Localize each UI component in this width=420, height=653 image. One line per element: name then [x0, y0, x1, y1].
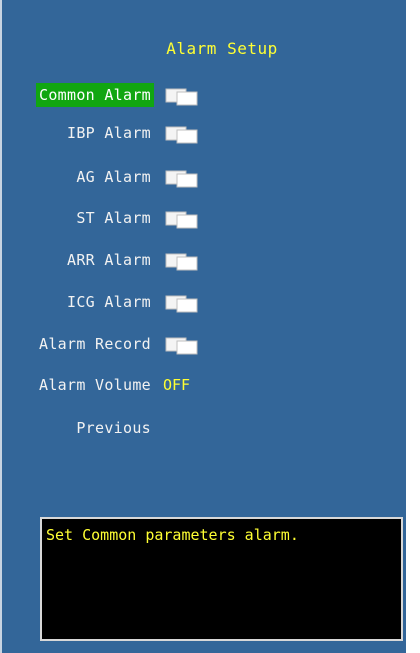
menu-item-label: ST Alarm [76, 209, 151, 227]
submenu-icon [165, 253, 198, 271]
previous-button[interactable]: Previous [73, 416, 154, 440]
alarm-setup-panel: Alarm Setup Common Alarm IBP Alarm AG Al… [0, 0, 406, 653]
menu-item-alarm-record[interactable]: Alarm Record [2, 330, 406, 358]
menu-item-label: Alarm Volume [39, 376, 151, 394]
submenu-icon [165, 211, 198, 229]
submenu-icon [165, 337, 198, 355]
menu-item-ibp-alarm[interactable]: IBP Alarm [2, 119, 406, 147]
help-message-text: Set Common parameters alarm. [46, 526, 299, 544]
submenu-icon [165, 170, 198, 188]
alarm-volume-value[interactable]: OFF [163, 373, 190, 397]
menu-item-common-alarm[interactable]: Common Alarm [2, 81, 406, 109]
menu-item-arr-alarm[interactable]: ARR Alarm [2, 246, 406, 274]
menu-item-previous[interactable]: Previous [2, 414, 406, 442]
menu-item-alarm-volume[interactable]: Alarm Volume OFF [2, 371, 406, 399]
menu-item-ag-alarm[interactable]: AG Alarm [2, 163, 406, 191]
menu-item-label: ICG Alarm [67, 293, 151, 311]
help-message-box: Set Common parameters alarm. [40, 517, 403, 641]
page-title: Alarm Setup [166, 39, 278, 58]
menu-item-icg-alarm[interactable]: ICG Alarm [2, 288, 406, 316]
menu-item-label: Common Alarm [36, 83, 154, 107]
menu-item-label: IBP Alarm [67, 124, 151, 142]
menu-item-st-alarm[interactable]: ST Alarm [2, 204, 406, 232]
menu-item-label: ARR Alarm [67, 251, 151, 269]
submenu-icon [165, 295, 198, 313]
submenu-icon [165, 126, 198, 144]
menu-item-label: AG Alarm [76, 168, 151, 186]
submenu-icon [165, 88, 198, 106]
menu-item-label: Alarm Record [39, 335, 151, 353]
